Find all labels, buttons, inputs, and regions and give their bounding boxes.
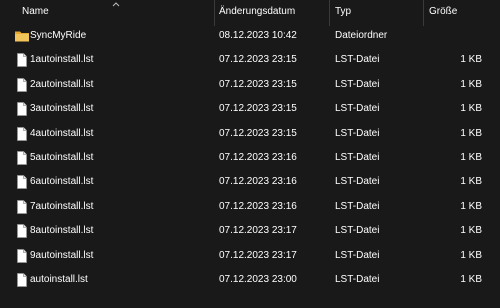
file-icon xyxy=(14,174,30,190)
sort-ascending-icon xyxy=(112,2,120,7)
column-header-date[interactable]: Änderungsdatum xyxy=(219,0,295,24)
file-row[interactable]: 8autoinstall.lst 07.12.2023 23:17 LST-Date… xyxy=(0,219,500,243)
file-date: 08.12.2023 10:42 xyxy=(219,30,297,41)
file-name: 4autoinstall.lst xyxy=(30,127,94,139)
file-row[interactable]: 9autoinstall.lst 07.12.2023 23:17 LST-Date… xyxy=(0,244,500,268)
file-size: 1 KB xyxy=(460,54,482,66)
file-name: autoinstall.lst xyxy=(30,274,88,285)
file-date: 07.12.2023 23:00 xyxy=(219,274,297,285)
file-type: LST-Datei xyxy=(335,152,380,163)
column-header-bar: Name Änderungsdatum Typ Größe xyxy=(0,0,500,26)
file-type: LST-Datei xyxy=(335,176,380,188)
file-type: LST-Datei xyxy=(335,103,380,115)
file-name: 3autoinstall.lst xyxy=(30,103,94,115)
file-name: 8autoinstall.lst xyxy=(30,225,94,237)
file-row[interactable]: 3autoinstall.lst 07.12.2023 23:15 LST-Date… xyxy=(0,97,500,121)
file-date: 07.12.2023 23:15 xyxy=(219,103,297,115)
file-row[interactable]: 7autoinstall.lst 07.12.2023 23:16 LST-Date… xyxy=(0,195,500,219)
file-row[interactable]: 1autoinstall.lst 07.12.2023 23:15 LST-Date… xyxy=(0,48,500,72)
file-name: 2autoinstall.lst xyxy=(30,78,94,90)
file-type: LST-Datei xyxy=(335,78,380,90)
file-icon xyxy=(14,248,30,264)
file-icon xyxy=(14,223,30,239)
file-icon xyxy=(14,150,30,166)
file-icon xyxy=(14,199,30,215)
file-row[interactable]: 2autoinstall.lst 07.12.2023 23:15 LST-Date… xyxy=(0,73,500,97)
column-divider[interactable] xyxy=(423,0,424,26)
column-divider[interactable] xyxy=(329,0,330,26)
vertical-scrollbar[interactable] xyxy=(494,24,500,308)
file-name: 5autoinstall.lst xyxy=(30,152,94,163)
file-icon xyxy=(14,52,30,68)
file-row[interactable]: 6autoinstall.lst 07.12.2023 23:16 LST-Date… xyxy=(0,170,500,194)
file-size: 1 KB xyxy=(460,249,482,261)
file-name: SyncMyRide xyxy=(30,30,87,41)
file-size: 1 KB xyxy=(460,225,482,237)
column-header-type[interactable]: Typ xyxy=(335,0,351,24)
file-icon xyxy=(14,101,30,117)
column-header-size[interactable]: Größe xyxy=(429,0,457,24)
file-date: 07.12.2023 23:16 xyxy=(219,152,297,163)
file-type: Dateiordner xyxy=(335,30,388,41)
file-size: 1 KB xyxy=(460,200,482,212)
file-type: LST-Datei xyxy=(335,54,380,66)
file-date: 07.12.2023 23:15 xyxy=(219,78,297,90)
file-name: 6autoinstall.lst xyxy=(30,176,94,188)
file-size: 1 KB xyxy=(460,103,482,115)
file-row[interactable]: 4autoinstall.lst 07.12.2023 23:15 LST-Date… xyxy=(0,122,500,146)
file-icon xyxy=(14,272,30,288)
file-name: 9autoinstall.lst xyxy=(30,249,94,261)
file-row[interactable]: autoinstall.lst 07.12.2023 23:00 LST-Datei… xyxy=(0,268,500,292)
file-type: LST-Datei xyxy=(335,127,380,139)
file-date: 07.12.2023 23:15 xyxy=(219,54,297,66)
file-type: LST-Datei xyxy=(335,274,380,285)
file-size: 1 KB xyxy=(460,274,482,285)
file-row[interactable]: 5autoinstall.lst 07.12.2023 23:16 LST-Date… xyxy=(0,146,500,170)
file-size: 1 KB xyxy=(460,152,482,163)
column-header-name[interactable]: Name xyxy=(22,0,49,24)
file-date: 07.12.2023 23:15 xyxy=(219,127,297,139)
folder-icon xyxy=(14,28,30,44)
file-icon xyxy=(14,126,30,142)
file-name: 1autoinstall.lst xyxy=(30,54,94,66)
file-type: LST-Datei xyxy=(335,249,380,261)
file-size: 1 KB xyxy=(460,78,482,90)
file-name: 7autoinstall.lst xyxy=(30,200,94,212)
file-date: 07.12.2023 23:17 xyxy=(219,225,297,237)
file-row[interactable]: SyncMyRide 08.12.2023 10:42 Dateiordner xyxy=(0,24,500,48)
file-date: 07.12.2023 23:16 xyxy=(219,200,297,212)
file-date: 07.12.2023 23:16 xyxy=(219,176,297,188)
file-size: 1 KB xyxy=(460,176,482,188)
file-type: LST-Datei xyxy=(335,200,380,212)
file-date: 07.12.2023 23:17 xyxy=(219,249,297,261)
column-divider[interactable] xyxy=(214,0,215,26)
file-size: 1 KB xyxy=(460,127,482,139)
file-type: LST-Datei xyxy=(335,225,380,237)
file-icon xyxy=(14,77,30,93)
